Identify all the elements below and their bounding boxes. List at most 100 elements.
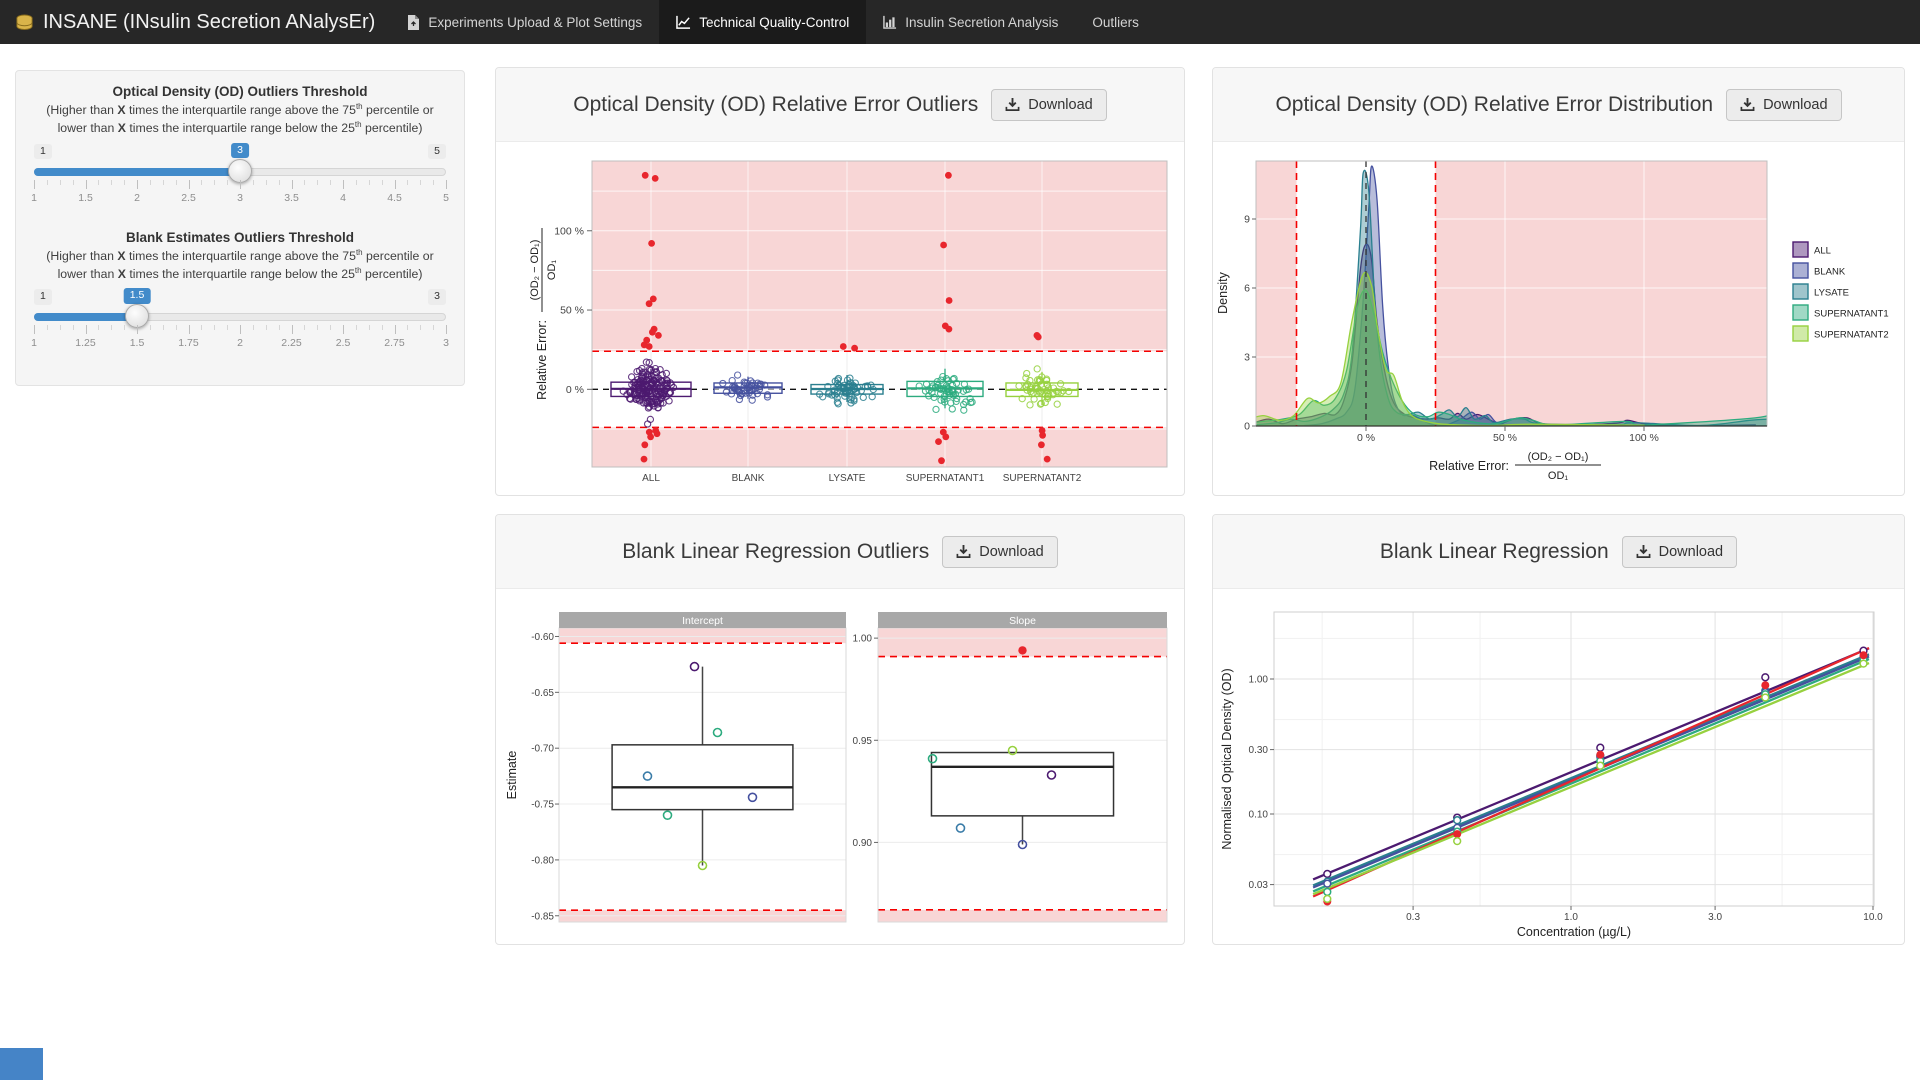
panel-body: Intercept -0.60 -0.65 -0.70 -0.75 -0.80 -0.85 S… [496, 589, 1184, 945]
svg-text:1.00: 1.00 [1249, 675, 1269, 686]
svg-text:0.30: 0.30 [1249, 745, 1269, 756]
svg-text:Density: Density [1216, 271, 1230, 313]
slider-fill[interactable] [34, 313, 137, 321]
svg-text:1.00: 1.00 [853, 634, 873, 645]
od-outliers-threshold-block: Optical Density (OD) Outliers Threshold … [34, 84, 446, 220]
panel-body: 1.000.300.100.030.31.03.010.0Concentrati… [1213, 589, 1904, 945]
tab-label: Experiments Upload & Plot Settings [428, 15, 642, 30]
download-icon [1005, 97, 1020, 112]
blank-estimates-threshold-slider[interactable]: 1 3 1.5 11.251.51.7522.252.52.753 [34, 287, 446, 365]
svg-text:0.95: 0.95 [853, 736, 873, 747]
page: INSANE (INsulin Secretion ANalysEr) Expe… [0, 0, 1920, 1080]
svg-text:9: 9 [1244, 214, 1250, 226]
od-outliers-threshold-description: (Higher than X times the interquartile r… [34, 101, 446, 138]
svg-text:-0.65: -0.65 [531, 688, 554, 699]
download-button[interactable]: Download [942, 536, 1058, 568]
panel-title: Optical Density (OD) Relative Error Dist… [1275, 93, 1713, 117]
svg-text:Slope: Slope [1009, 615, 1036, 627]
download-icon [1740, 97, 1755, 112]
svg-text:SUPERNATANT1: SUPERNATANT1 [1814, 309, 1889, 320]
panel-blank-linear-regression: Blank Linear Regression Download 1.000.3… [1212, 514, 1905, 945]
panel-heading: Blank Linear Regression Outliers Downloa… [496, 515, 1184, 589]
svg-text:100 %: 100 % [554, 225, 584, 237]
blue-corner-artifact [0, 1048, 43, 1080]
svg-text:Normalised Optical Density (OD: Normalised Optical Density (OD) [1220, 668, 1234, 849]
slider-grid: 11.251.51.7522.252.52.753 [34, 325, 446, 359]
tab-outliers[interactable]: Outliers [1075, 0, 1156, 44]
tab-insulin-secretion-analysis[interactable]: Insulin Secretion Analysis [866, 0, 1075, 44]
slider-max-badge: 5 [428, 144, 446, 160]
svg-text:(OD₂ − OD₁): (OD₂ − OD₁) [529, 240, 541, 301]
nav-tabs: Experiments Upload & Plot Settings Techn… [390, 0, 1156, 44]
bar-chart-icon [883, 15, 897, 29]
blank-linear-regression-chart: 1.000.300.100.030.31.03.010.0Concentrati… [1213, 589, 1904, 945]
svg-text:50 %: 50 % [560, 305, 584, 317]
svg-text:0.10: 0.10 [1249, 810, 1269, 821]
slider-max-badge: 3 [428, 289, 446, 305]
download-button[interactable]: Download [991, 89, 1107, 121]
svg-text:Relative Error:: Relative Error: [1429, 459, 1509, 473]
svg-text:50 %: 50 % [1493, 432, 1517, 444]
od-relative-error-distribution-chart: 0 3 6 9 0 % 50 % 100 % Density Relative Error: (O… [1213, 142, 1904, 496]
tab-technical-quality-control[interactable]: Technical Quality-Control [659, 0, 866, 44]
svg-text:-0.60: -0.60 [531, 632, 554, 643]
svg-text:ALL: ALL [642, 473, 660, 484]
slider-value-badge: 1.5 [124, 288, 151, 304]
svg-text:1.0: 1.0 [1564, 912, 1578, 923]
app-brand: INSANE (INsulin Secretion ANalysEr) [0, 0, 390, 44]
panel-heading: Optical Density (OD) Relative Error Dist… [1213, 68, 1904, 142]
svg-text:0 %: 0 % [1357, 432, 1375, 444]
brand-gold-icon [15, 13, 34, 32]
tab-experiments-upload[interactable]: Experiments Upload & Plot Settings [390, 0, 659, 44]
svg-text:Estimate: Estimate [505, 751, 519, 800]
svg-text:0.3: 0.3 [1406, 912, 1420, 923]
slider-value-badge: 3 [231, 143, 249, 159]
svg-text:3: 3 [1244, 352, 1250, 364]
blank-estimates-threshold-description: (Higher than X times the interquartile r… [34, 247, 446, 284]
tab-label: Insulin Secretion Analysis [905, 15, 1058, 30]
blank-estimates-threshold-block: Blank Estimates Outliers Threshold (High… [34, 230, 446, 366]
download-icon [1636, 544, 1651, 559]
panel-heading: Optical Density (OD) Relative Error Outl… [496, 68, 1184, 142]
download-button[interactable]: Download [1726, 89, 1842, 121]
svg-text:Concentration (µg/L): Concentration (µg/L) [1517, 925, 1631, 939]
panel-body: 0 3 6 9 0 % 50 % 100 % Density Relative Error: (O… [1213, 142, 1904, 496]
panel-od-relative-error-outliers: Optical Density (OD) Relative Error Outl… [495, 67, 1185, 496]
svg-text:6: 6 [1244, 283, 1250, 295]
svg-text:-0.75: -0.75 [531, 800, 554, 811]
svg-text:LYSATE: LYSATE [1814, 288, 1849, 299]
panel-blank-linear-regression-outliers: Blank Linear Regression Outliers Downloa… [495, 514, 1185, 945]
svg-text:0.03: 0.03 [1249, 880, 1269, 891]
file-upload-icon [407, 15, 420, 30]
settings-sidebar: Optical Density (OD) Outliers Threshold … [15, 70, 465, 386]
slider-fill[interactable] [34, 168, 240, 176]
download-button[interactable]: Download [1622, 536, 1738, 568]
svg-text:LYSATE: LYSATE [829, 473, 866, 484]
blank-estimates-threshold-title: Blank Estimates Outliers Threshold [34, 230, 446, 245]
svg-text:10.0: 10.0 [1863, 912, 1883, 923]
svg-text:SUPERNATANT2: SUPERNATANT2 [1814, 330, 1889, 341]
svg-text:0: 0 [1244, 421, 1250, 433]
slider-min-badge: 1 [34, 144, 52, 160]
svg-text:(OD₂ − OD₁): (OD₂ − OD₁) [1528, 451, 1589, 463]
od-outliers-threshold-slider[interactable]: 15311.522.533.544.55 [34, 142, 446, 220]
svg-text:-0.85: -0.85 [531, 911, 554, 922]
svg-text:BLANK: BLANK [1814, 267, 1846, 278]
od-relative-error-outliers-chart: ALLBLANKLYSATESUPERNATANT1SUPERNATANT210… [496, 142, 1184, 496]
svg-text:Intercept: Intercept [682, 615, 723, 627]
svg-text:OD₁: OD₁ [1548, 470, 1569, 482]
svg-text:100 %: 100 % [1629, 432, 1659, 444]
svg-text:-0.80: -0.80 [531, 855, 554, 866]
slider-min-badge: 1 [34, 289, 52, 305]
svg-text:0.90: 0.90 [853, 838, 873, 849]
legend: ALLBLANKLYSATESUPERNATANT1SUPERNATANT2 [1793, 242, 1889, 341]
svg-text:-0.70: -0.70 [531, 744, 554, 755]
svg-text:Relative Error:: Relative Error: [535, 320, 549, 400]
tab-label: Outliers [1092, 15, 1139, 30]
download-icon [956, 544, 971, 559]
line-chart-icon [676, 15, 691, 29]
svg-text:SUPERNATANT2: SUPERNATANT2 [1003, 473, 1082, 484]
panel-title: Blank Linear Regression Outliers [622, 540, 929, 564]
navbar: INSANE (INsulin Secretion ANalysEr) Expe… [0, 0, 1920, 44]
panel-od-relative-error-distribution: Optical Density (OD) Relative Error Dist… [1212, 67, 1905, 496]
